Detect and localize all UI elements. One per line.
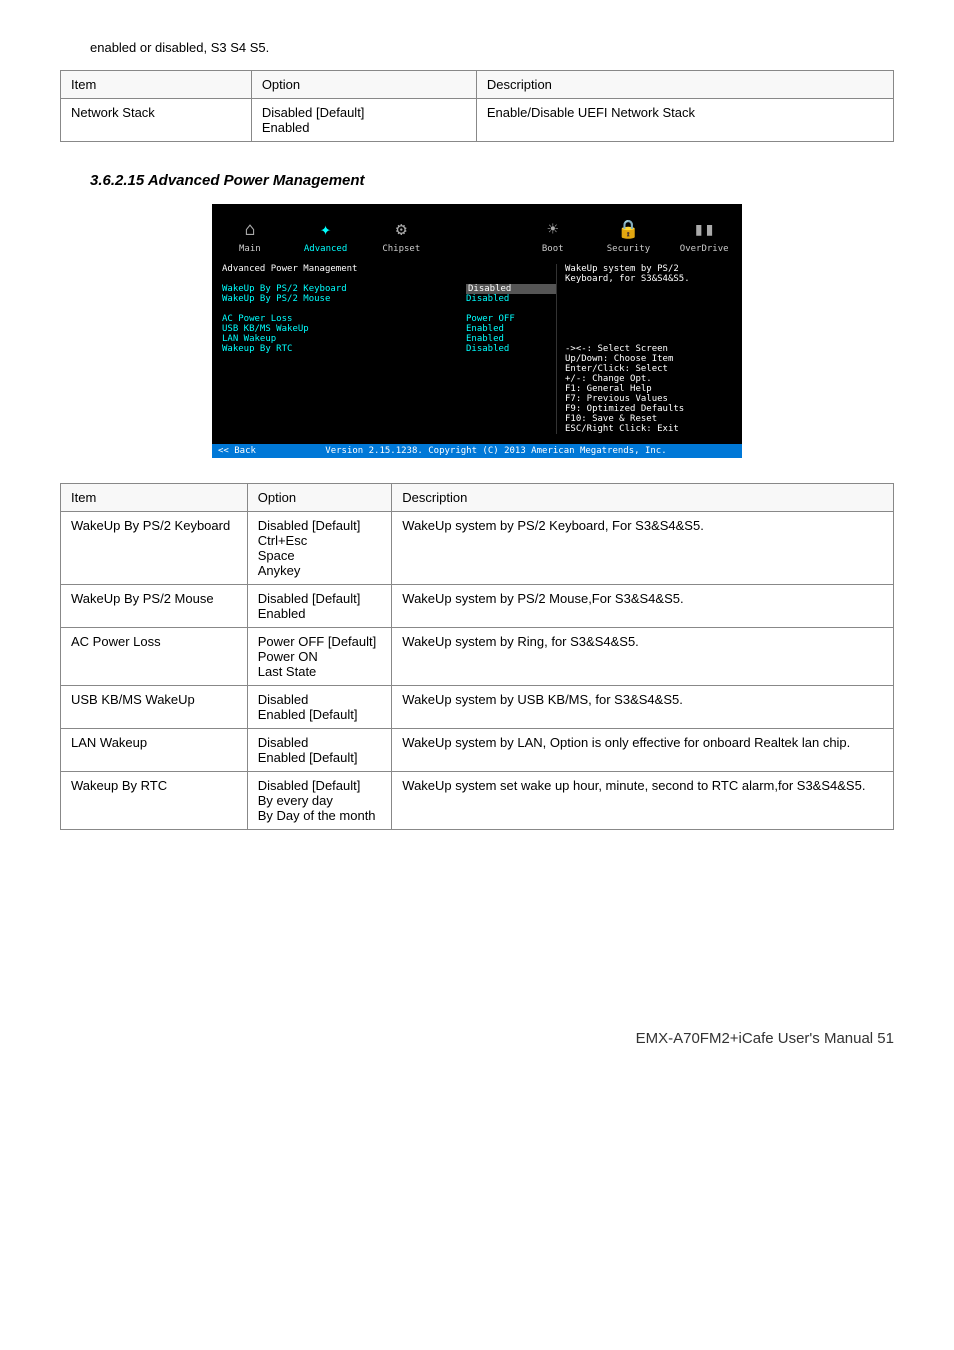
bios-setting-label: Wakeup By RTC (222, 344, 466, 354)
bios-setting-value: Power OFF (466, 314, 556, 324)
bios-setting-label: WakeUp By PS/2 Mouse (222, 294, 466, 304)
table-cell: WakeUp system by PS/2 Keyboard, For S3&S… (392, 512, 894, 585)
table-row: WakeUp By PS/2 MouseDisabled [Default] E… (61, 585, 894, 628)
page-footer: EMX-A70FM2+iCafe User's Manual 51 (60, 1030, 894, 1047)
top-text: enabled or disabled, S3 S4 S5. (90, 40, 894, 55)
bios-setting-row[interactable]: AC Power LossPower OFF (222, 314, 556, 324)
bios-setting-row[interactable]: LAN WakeupEnabled (222, 334, 556, 344)
overdrive-icon: ▮▮ (666, 219, 742, 240)
bios-setting-value: Enabled (466, 324, 556, 334)
bios-tab-main[interactable]: ⌂ Main (212, 219, 288, 254)
bios-setting-row[interactable]: WakeUp By PS/2 KeyboardDisabled (222, 284, 556, 294)
table-cell: WakeUp system by Ring, for S3&S4&S5. (392, 628, 894, 686)
table-cell: Disabled [Default] Enabled (247, 585, 392, 628)
bios-setting-label: WakeUp By PS/2 Keyboard (222, 284, 466, 294)
table-network-stack: Item Option Description Network StackDis… (60, 70, 894, 142)
table-cell: Disabled [Default] Enabled (251, 99, 476, 142)
table-cell: WakeUp system by USB KB/MS, for S3&S4&S5… (392, 686, 894, 729)
bios-tab-label: Advanced (288, 244, 364, 254)
bios-tab-label: Main (212, 244, 288, 254)
table-row: Wakeup By RTCDisabled [Default] By every… (61, 772, 894, 830)
bios-setting-row (222, 304, 556, 314)
bios-copyright: Version 2.15.1238. Copyright (C) 2013 Am… (256, 446, 736, 456)
table-cell: Disabled Enabled [Default] (247, 729, 392, 772)
bios-back-button[interactable]: << Back (218, 446, 256, 456)
bios-setting-value: Disabled (466, 344, 556, 354)
table-cell: Wakeup By RTC (61, 772, 248, 830)
bios-tab-label: Chipset (363, 244, 439, 254)
bios-setting-value: Enabled (466, 334, 556, 344)
bios-help-text: -><-: Select Screen Up/Down: Choose Item… (565, 344, 732, 434)
security-icon: 🔒 (591, 219, 667, 240)
table-cell: Disabled [Default] Ctrl+Esc Space Anykey (247, 512, 392, 585)
bios-setting-row[interactable]: USB KB/MS WakeUpEnabled (222, 324, 556, 334)
bios-tab-advanced[interactable]: ✦ Advanced (288, 219, 364, 254)
bios-setting-label: USB KB/MS WakeUp (222, 324, 466, 334)
col-option: Option (247, 484, 392, 512)
boot-icon: ☀ (515, 219, 591, 240)
bios-screenshot: ⌂ Main✦ Advanced ⚙ Chipset ☀ Boot🔒 Security ▮▮ Ov… (212, 204, 742, 458)
table-cell: LAN Wakeup (61, 729, 248, 772)
bios-setting-row[interactable]: Wakeup By RTCDisabled (222, 344, 556, 354)
table-cell: Power OFF [Default] Power ON Last State (247, 628, 392, 686)
table-cell: WakeUp system set wake up hour, minute, … (392, 772, 894, 830)
advanced-icon: ✦ (288, 219, 364, 240)
table-cell: Disabled Enabled [Default] (247, 686, 392, 729)
bios-setting-value: Disabled (466, 294, 556, 304)
bios-panel-title: Advanced Power Management (222, 264, 556, 274)
table-cell: Enable/Disable UEFI Network Stack (476, 99, 893, 142)
col-description: Description (476, 71, 893, 99)
col-description: Description (392, 484, 894, 512)
bios-tab-chipset[interactable]: ⚙ Chipset (363, 219, 439, 254)
bios-setting-label (222, 304, 466, 314)
section-title: 3.6.2.15 Advanced Power Management (90, 172, 894, 189)
table-cell: Disabled [Default] By every day By Day o… (247, 772, 392, 830)
table-row: LAN WakeupDisabled Enabled [Default]Wake… (61, 729, 894, 772)
col-item: Item (61, 484, 248, 512)
chipset-icon: ⚙ (363, 219, 439, 240)
bios-setting-row[interactable]: WakeUp By PS/2 MouseDisabled (222, 294, 556, 304)
bios-setting-value: Disabled (466, 284, 556, 294)
main-icon: ⌂ (212, 219, 288, 240)
col-item: Item (61, 71, 252, 99)
bios-tab-label: Boot (515, 244, 591, 254)
table-row: AC Power LossPower OFF [Default] Power O… (61, 628, 894, 686)
bios-tab-label: OverDrive (666, 244, 742, 254)
bios-tab-boot[interactable]: ☀ Boot (515, 219, 591, 254)
table-row: USB KB/MS WakeUpDisabled Enabled [Defaul… (61, 686, 894, 729)
table-row: WakeUp By PS/2 KeyboardDisabled [Default… (61, 512, 894, 585)
table-advanced-power: Item Option Description WakeUp By PS/2 K… (60, 483, 894, 830)
bios-setting-label: LAN Wakeup (222, 334, 466, 344)
table-cell: AC Power Loss (61, 628, 248, 686)
bios-tab-label: Security (591, 244, 667, 254)
table-cell: WakeUp By PS/2 Keyboard (61, 512, 248, 585)
bios-tab-blank[interactable] (439, 219, 515, 254)
table-cell: WakeUp system by PS/2 Mouse,For S3&S4&S5… (392, 585, 894, 628)
table-row: Network StackDisabled [Default] EnabledE… (61, 99, 894, 142)
bios-item-desc: WakeUp system by PS/2 Keyboard, for S3&S… (565, 264, 732, 284)
table-cell: Network Stack (61, 99, 252, 142)
col-option: Option (251, 71, 476, 99)
bios-setting-value (466, 304, 556, 314)
bios-tab-overdrive[interactable]: ▮▮ OverDrive (666, 219, 742, 254)
table-cell: WakeUp By PS/2 Mouse (61, 585, 248, 628)
table-cell: USB KB/MS WakeUp (61, 686, 248, 729)
table-cell: WakeUp system by LAN, Option is only eff… (392, 729, 894, 772)
bios-tab-security[interactable]: 🔒 Security (591, 219, 667, 254)
bios-setting-label: AC Power Loss (222, 314, 466, 324)
